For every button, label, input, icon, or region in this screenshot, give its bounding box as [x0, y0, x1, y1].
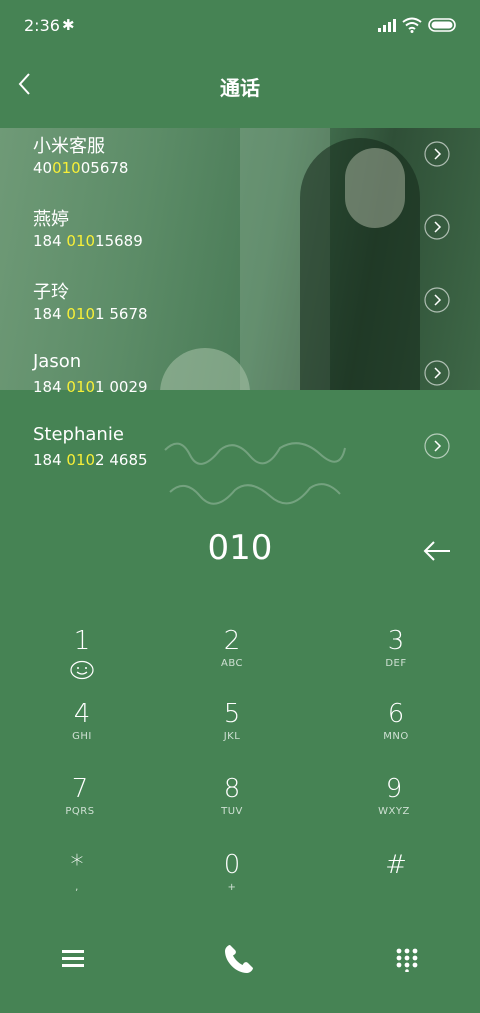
- signal-icon: [378, 19, 396, 32]
- voicemail-smile-icon: [70, 660, 94, 680]
- chevron-right-icon[interactable]: [424, 214, 450, 240]
- contact-item[interactable]: 小米客服 4001005678: [0, 128, 480, 201]
- contact-number: 184 0101 0029: [33, 378, 148, 396]
- key-8[interactable]: 8 TUV: [167, 774, 297, 838]
- key-hash[interactable]: #: [331, 850, 461, 914]
- chevron-right-icon[interactable]: [424, 360, 450, 386]
- battery-icon: [428, 18, 456, 32]
- contact-item[interactable]: 燕婷 184 01015689: [0, 201, 480, 274]
- key-7[interactable]: 7 PQRS: [15, 774, 145, 838]
- contact-number: 4001005678: [33, 159, 129, 177]
- contact-name: Stephanie: [33, 424, 124, 445]
- top-bar: 通话: [0, 52, 480, 116]
- key-5[interactable]: 5 JKL: [167, 699, 297, 763]
- contact-item[interactable]: 子玲 184 0101 5678: [0, 274, 480, 347]
- menu-icon[interactable]: [62, 948, 84, 968]
- contact-item[interactable]: Jason 184 0101 0029: [0, 347, 480, 420]
- chevron-right-icon[interactable]: [424, 141, 450, 167]
- backspace-icon[interactable]: [422, 537, 452, 565]
- bluetooth-icon: ✱: [62, 16, 75, 34]
- contact-number: 184 0101 5678: [33, 305, 148, 323]
- key-6[interactable]: 6 MNO: [331, 699, 461, 763]
- contact-number: 184 0102 4685: [33, 451, 148, 469]
- key-4[interactable]: 4 GHI: [17, 699, 147, 763]
- dial-input-display: 010: [207, 528, 273, 568]
- chevron-right-icon[interactable]: [424, 287, 450, 313]
- wifi-icon: [402, 17, 422, 33]
- contact-name: 子玲: [33, 282, 69, 303]
- key-9[interactable]: 9 WXYZ: [329, 774, 459, 838]
- call-icon[interactable]: [222, 942, 256, 976]
- handwriting-watermark: [164, 442, 346, 505]
- status-bar: 2:36 ✱: [0, 0, 480, 52]
- contact-name: 小米客服: [33, 136, 105, 157]
- key-3[interactable]: 3 DEF: [331, 626, 461, 690]
- key-star[interactable]: * ,: [12, 850, 142, 914]
- key-2[interactable]: 2 ABC: [167, 626, 297, 690]
- contact-number: 184 01015689: [33, 232, 143, 250]
- page-title: 通话: [220, 76, 260, 100]
- dialpad-icon[interactable]: [396, 948, 418, 972]
- contact-name: Jason: [33, 351, 82, 372]
- chevron-right-icon[interactable]: [424, 433, 450, 459]
- key-0[interactable]: 0 +: [167, 850, 297, 914]
- bottom-bar: [0, 930, 480, 990]
- status-time: 2:36: [24, 16, 60, 35]
- contact-name: 燕婷: [33, 209, 69, 230]
- key-1[interactable]: 1: [17, 626, 147, 690]
